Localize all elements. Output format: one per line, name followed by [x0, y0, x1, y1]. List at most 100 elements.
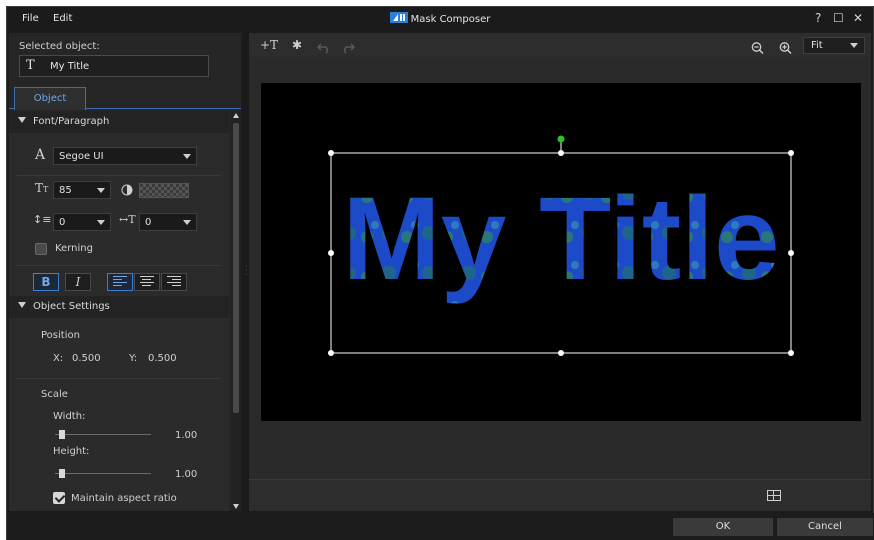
chevron-down-icon [183, 220, 191, 225]
maximize-button[interactable]: ☐ [833, 11, 844, 25]
position-label: Position [41, 330, 80, 341]
resize-handle-bottom-right[interactable] [788, 350, 794, 356]
scroll-down-icon[interactable] [233, 504, 239, 509]
font-size-dropdown[interactable]: 85 [53, 181, 111, 199]
character-spacing-dropdown[interactable]: 0 [139, 213, 197, 231]
chevron-down-icon [850, 43, 858, 48]
tab-object[interactable]: Object [14, 87, 86, 110]
align-left-button[interactable] [107, 273, 133, 291]
width-label: Width: [53, 411, 86, 422]
line-spacing-dropdown[interactable]: 0 [53, 213, 111, 231]
font-size-value: 85 [59, 185, 72, 196]
properties-scrollbar[interactable] [231, 111, 241, 511]
resize-handle-top[interactable] [558, 150, 564, 156]
insert-text-button[interactable]: +T [259, 36, 279, 54]
align-center-icon [140, 274, 154, 288]
text-color-swatch[interactable] [139, 183, 189, 198]
position-y-label: Y: [129, 353, 138, 364]
align-right-icon [167, 274, 181, 288]
preview-panel: +T ✱ Fit My Title [249, 33, 871, 511]
chevron-down-icon [97, 220, 105, 225]
divider [17, 265, 221, 266]
scale-label: Scale [41, 389, 68, 400]
resize-handle-right[interactable] [788, 250, 794, 256]
particle-icon: ✱ [291, 38, 303, 52]
zoom-value: Fit [811, 40, 823, 51]
tab-bar: Object [9, 87, 241, 110]
object-settings-title: Object Settings [33, 301, 110, 312]
bold-button[interactable]: B [33, 273, 59, 291]
position-y-value[interactable]: 0.500 [148, 353, 177, 364]
title-bar: File Edit Mask Composer ? ☐ ✕ [7, 7, 873, 31]
kerning-label: Kerning [55, 243, 93, 254]
height-slider-track[interactable] [55, 473, 151, 474]
preview-canvas: My Title [328, 135, 794, 356]
window-title-text: Mask Composer [410, 14, 491, 25]
canvas-area: My Title [249, 57, 871, 479]
undo-icon[interactable] [317, 39, 331, 57]
align-center-button[interactable] [134, 273, 160, 291]
font-size-icon: TT [35, 181, 49, 195]
position-x-value[interactable]: 0.500 [72, 353, 101, 364]
character-spacing-value: 0 [145, 217, 152, 228]
grip-icon: · · · [245, 262, 248, 279]
kerning-checkbox[interactable] [35, 243, 47, 255]
scrollbar-thumb[interactable] [233, 123, 239, 413]
preview-bottom-bar [249, 479, 871, 511]
chevron-down-icon [97, 188, 105, 193]
collapse-triangle-icon [18, 117, 26, 123]
maintain-aspect-ratio-checkbox[interactable] [53, 492, 65, 504]
width-slider-track[interactable] [55, 434, 151, 435]
insert-text-icon: +T [259, 38, 279, 52]
redo-icon[interactable] [341, 39, 355, 57]
opacity-icon[interactable] [121, 184, 133, 196]
insert-particle-button[interactable]: ✱ [287, 36, 307, 54]
object-settings-header[interactable]: Object Settings [9, 296, 229, 318]
divider [17, 175, 221, 176]
collapse-triangle-icon [18, 302, 26, 308]
ok-button[interactable]: OK [673, 518, 773, 536]
zoom-out-icon[interactable] [751, 39, 764, 57]
title-text-object[interactable]: My Title [342, 173, 779, 305]
line-spacing-icon: ↕≡ [33, 213, 52, 226]
zoom-dropdown[interactable]: Fit [803, 37, 865, 54]
resize-handle-left[interactable] [328, 250, 334, 256]
position-x-label: X: [53, 353, 64, 364]
width-slider-thumb[interactable] [59, 430, 65, 439]
font-name-dropdown[interactable]: Segoe UI [53, 147, 197, 165]
selected-object-value: My Title [50, 61, 90, 72]
zoom-in-icon[interactable] [779, 39, 792, 57]
selected-object-field[interactable]: T My Title [19, 55, 209, 77]
properties-panel: Selected object: T My Title Object Font/… [9, 33, 241, 511]
font-name-value: Segoe UI [59, 151, 104, 162]
text-object-icon: T [26, 58, 35, 73]
resize-handle-top-left[interactable] [328, 150, 334, 156]
chevron-down-icon [183, 154, 191, 159]
maintain-aspect-ratio-label: Maintain aspect ratio [71, 493, 177, 504]
close-button[interactable]: ✕ [853, 11, 863, 25]
font-paragraph-body: A Segoe UI TT 85 ↕≡ 0 ↔T 0 Kerning B I [9, 133, 229, 296]
font-icon: A [35, 147, 46, 163]
height-slider-thumb[interactable] [59, 469, 65, 478]
selected-object-label: Selected object: [19, 41, 100, 52]
align-right-button[interactable] [161, 273, 187, 291]
italic-button[interactable]: I [65, 273, 91, 291]
resize-handle-bottom-left[interactable] [328, 350, 334, 356]
height-label: Height: [53, 446, 90, 457]
mask-composer-window: File Edit Mask Composer ? ☐ ✕ Selected o… [6, 6, 874, 540]
cancel-button[interactable]: Cancel [777, 518, 873, 536]
preview-stage[interactable]: My Title [261, 83, 861, 421]
grid-icon[interactable] [767, 490, 781, 501]
resize-handle-bottom[interactable] [558, 350, 564, 356]
object-settings-body: Position X: 0.500 Y: 0.500 Scale Width: … [9, 318, 229, 511]
scroll-up-icon[interactable] [233, 113, 239, 118]
dialog-footer: OK Cancel [7, 513, 874, 540]
preview-toolbar: +T ✱ Fit [249, 33, 871, 57]
app-logo-icon [389, 12, 408, 23]
rotate-handle[interactable] [557, 135, 565, 143]
help-button[interactable]: ? [815, 11, 821, 25]
font-paragraph-header[interactable]: Font/Paragraph [9, 111, 229, 133]
divider [17, 378, 221, 379]
resize-handle-top-right[interactable] [788, 150, 794, 156]
width-value: 1.00 [175, 430, 198, 441]
